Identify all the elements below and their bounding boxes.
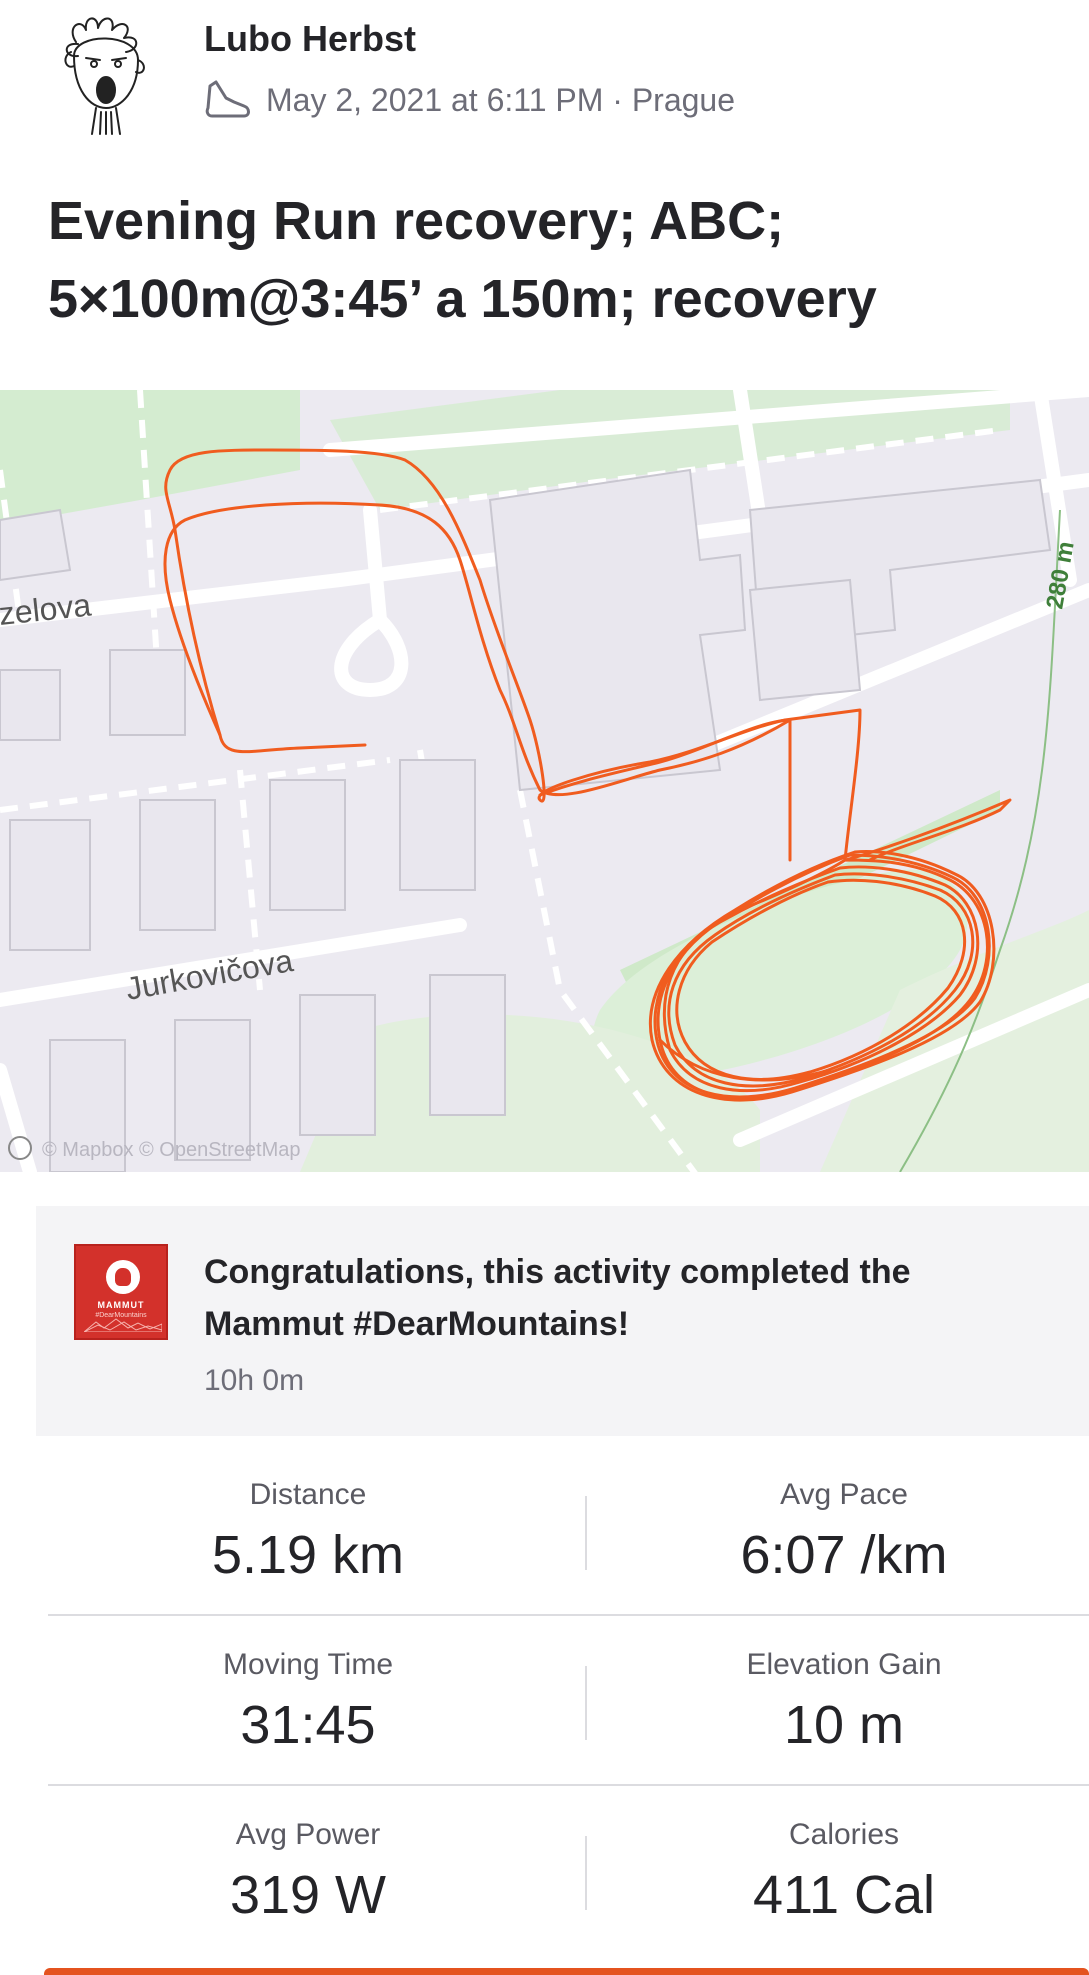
stat-avg-pace: Avg Pace 6:07 /km [584,1446,1089,1586]
mammoth-logo-icon [106,1260,140,1294]
mountain-peaks-icon [84,1318,162,1332]
challenge-message: Congratulations, this activity completed… [204,1253,911,1343]
stat-elevation-gain: Elevation Gain 10 m [584,1616,1089,1756]
stat-value: 31:45 [240,1695,376,1755]
stat-label: Elevation Gain [746,1648,942,1681]
stat-label: Calories [788,1818,900,1851]
stat-label: Avg Pace [780,1478,908,1511]
stat-label: Distance [249,1478,367,1511]
activity-header: Lubo Herbst May 2, 2021 at 6:11 PM · Pra… [0,0,1089,160]
bottom-action-bar[interactable] [44,1968,1089,1975]
author-name[interactable]: Lubo Herbst [204,18,416,60]
stat-label: Moving Time [222,1648,394,1681]
stat-calories: Calories 411 Cal [584,1786,1089,1926]
challenge-card[interactable]: MAMMUT #DearMountains Congratulations, t… [36,1206,1089,1436]
mammut-badge-icon[interactable]: MAMMUT #DearMountains [74,1244,168,1340]
stat-value: 5.19 km [211,1525,405,1585]
stat-moving-time: Moving Time 31:45 [48,1616,568,1756]
stat-row: Moving Time 31:45 Elevation Gain 10 m [48,1616,1089,1786]
stat-value: 411 Cal [752,1865,936,1925]
route-map[interactable]: zelova Jurkovičova 280 m © Mapbox © Open… [0,390,1089,1172]
stat-label: Avg Power [235,1818,381,1851]
stat-value: 319 W [229,1865,387,1925]
stat-value: 10 m [783,1695,905,1755]
stat-row: Avg Power 319 W Calories 411 Cal [48,1786,1089,1956]
stats-grid: Distance 5.19 km Avg Pace 6:07 /km Movin… [48,1446,1089,1956]
stat-row: Distance 5.19 km Avg Pace 6:07 /km [48,1446,1089,1616]
avatar[interactable] [56,12,156,137]
stat-value: 6:07 /km [740,1525,948,1585]
running-shoe-icon [205,80,250,118]
stat-avg-power: Avg Power 319 W [48,1786,568,1926]
activity-date-location: May 2, 2021 at 6:11 PM · Prague [266,81,735,118]
activity-title: Evening Run recovery; ABC; 5×100m@3:45’ … [48,191,877,329]
activity-meta: May 2, 2021 at 6:11 PM · Prague [204,78,735,122]
badge-brand: MAMMUT [97,1300,145,1310]
stat-distance: Distance 5.19 km [48,1446,568,1586]
map-attribution[interactable]: © Mapbox © OpenStreetMap [42,1139,301,1161]
challenge-time: 10h 0m [204,1364,305,1397]
